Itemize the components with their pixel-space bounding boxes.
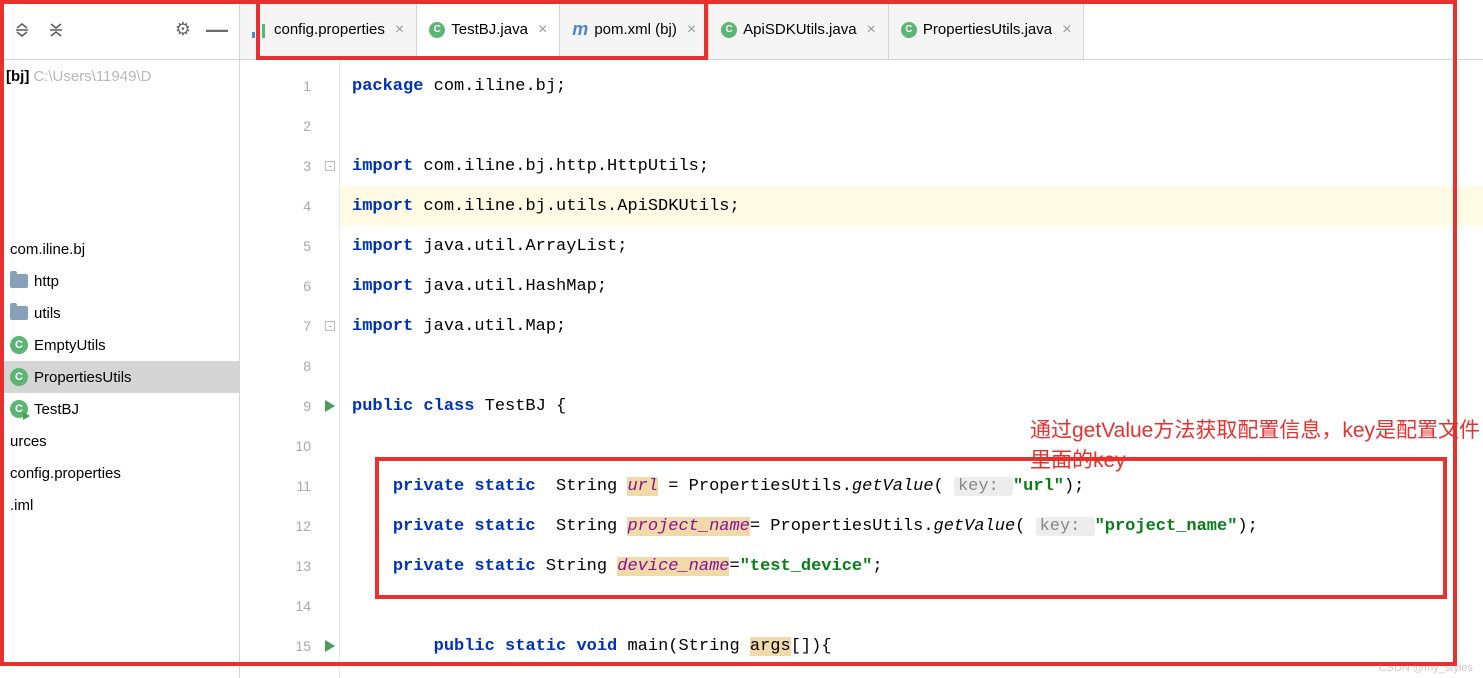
tab-pom[interactable]: m pom.xml (bj) × [560,0,709,59]
expand-all-icon[interactable] [8,16,36,44]
tree-package[interactable]: com.iline.bj [0,233,239,265]
tab-testbj[interactable]: C TestBJ.java × [417,0,560,59]
run-icon[interactable] [325,640,335,652]
gutter-line[interactable]: 5 [240,226,339,266]
minimize-icon[interactable]: — [203,16,231,44]
folder-icon [10,306,28,320]
folder-icon [10,274,28,288]
gutter-line[interactable]: 1 [240,66,339,106]
gutter-line[interactable]: 12 [240,506,339,546]
tab-label: config.properties [274,21,385,38]
gutter-line[interactable]: 10 [240,426,339,466]
tree-resources[interactable]: urces [0,425,239,457]
java-class-icon: C [901,22,917,38]
gutter-line[interactable]: 7- [240,306,339,346]
gutter-line[interactable]: 14 [240,586,339,626]
sidebar: ⚙ — [bj] C:\Users\11949\D com.iline.bj h… [0,0,240,678]
tree-folder-utils[interactable]: utils [0,297,239,329]
main-layout: ⚙ — [bj] C:\Users\11949\D com.iline.bj h… [0,0,1483,678]
tab-apisdkutils[interactable]: C ApiSDKUtils.java × [709,0,889,59]
code-line: import java.util.ArrayList; [340,226,1483,266]
code-line: public static void main(String args[]){ [340,626,1483,666]
annotation-text: 通过getValue方法获取配置信息，key是配置文件里面的key [1030,414,1483,474]
breadcrumb: [bj] C:\Users\11949\D [0,60,239,93]
code-line: import com.iline.bj.http.HttpUtils; [340,146,1483,186]
tree-class-propertiesutils[interactable]: CPropertiesUtils [0,361,239,393]
tab-config-properties[interactable]: config.properties × [240,0,417,59]
maven-icon: m [572,19,588,40]
gutter-line[interactable]: 15 [240,626,339,666]
code-line: import java.util.HashMap; [340,266,1483,306]
code-line: package com.iline.bj; [340,66,1483,106]
code-line [340,106,1483,146]
gutter-line[interactable]: 6 [240,266,339,306]
class-icon: C [10,368,28,386]
sidebar-toolbar: ⚙ — [0,0,239,60]
gutter-line[interactable]: 13 [240,546,339,586]
gutter-line[interactable]: 11 [240,466,339,506]
collapse-all-icon[interactable] [42,16,70,44]
tab-label: PropertiesUtils.java [923,21,1052,38]
editor-area: config.properties × C TestBJ.java × m po… [240,0,1483,678]
close-icon[interactable]: × [538,21,547,39]
close-icon[interactable]: × [1062,21,1071,39]
properties-file-icon [252,22,268,38]
fold-icon[interactable]: - [325,161,335,171]
class-icon: C [10,336,28,354]
tab-label: ApiSDKUtils.java [743,21,856,38]
code-line: import java.util.Map; [340,306,1483,346]
tab-propertiesutils[interactable]: C PropertiesUtils.java × [889,0,1085,59]
gutter-line[interactable]: 4 [240,186,339,226]
code-line: private static String project_name= Prop… [340,506,1483,546]
tree-class-emptyutils[interactable]: CEmptyUtils [0,329,239,361]
editor-tabs: config.properties × C TestBJ.java × m po… [240,0,1483,60]
gutter-line[interactable]: 8 [240,346,339,386]
close-icon[interactable]: × [395,21,404,39]
code-editor[interactable]: package com.iline.bj; import com.iline.b… [340,60,1483,678]
code-line: import com.iline.bj.utils.ApiSDKUtils; [340,186,1483,226]
close-icon[interactable]: × [867,21,876,39]
tree-folder-http[interactable]: http [0,265,239,297]
code-line: private static String device_name="test_… [340,546,1483,586]
java-class-icon: C [429,22,445,38]
fold-icon[interactable]: - [325,321,335,331]
project-path: C:\Users\11949\D [33,68,151,85]
run-icon[interactable] [325,400,335,412]
close-icon[interactable]: × [687,21,696,39]
gutter-line[interactable]: 2 [240,106,339,146]
project-name: [bj] [6,68,29,85]
tree-class-testbj[interactable]: CTestBJ [0,393,239,425]
tab-label: pom.xml (bj) [594,21,677,38]
gutter-line[interactable]: 3- [240,146,339,186]
tab-label: TestBJ.java [451,21,528,38]
gutter-line[interactable]: 9 [240,386,339,426]
watermark: CSDN @my_styles [1379,662,1473,674]
code-line [340,586,1483,626]
code-line [340,346,1483,386]
project-tree: com.iline.bj http utils CEmptyUtils CPro… [0,93,239,521]
tree-iml[interactable]: .iml [0,489,239,521]
editor-body: 1 2 3- 4 5 6 7- 8 9 10 11 12 13 14 15 pa… [240,60,1483,678]
gear-icon[interactable]: ⚙ [169,16,197,44]
gutter: 1 2 3- 4 5 6 7- 8 9 10 11 12 13 14 15 [240,60,340,678]
class-runnable-icon: C [10,400,28,418]
java-class-icon: C [721,22,737,38]
tree-config[interactable]: config.properties [0,457,239,489]
